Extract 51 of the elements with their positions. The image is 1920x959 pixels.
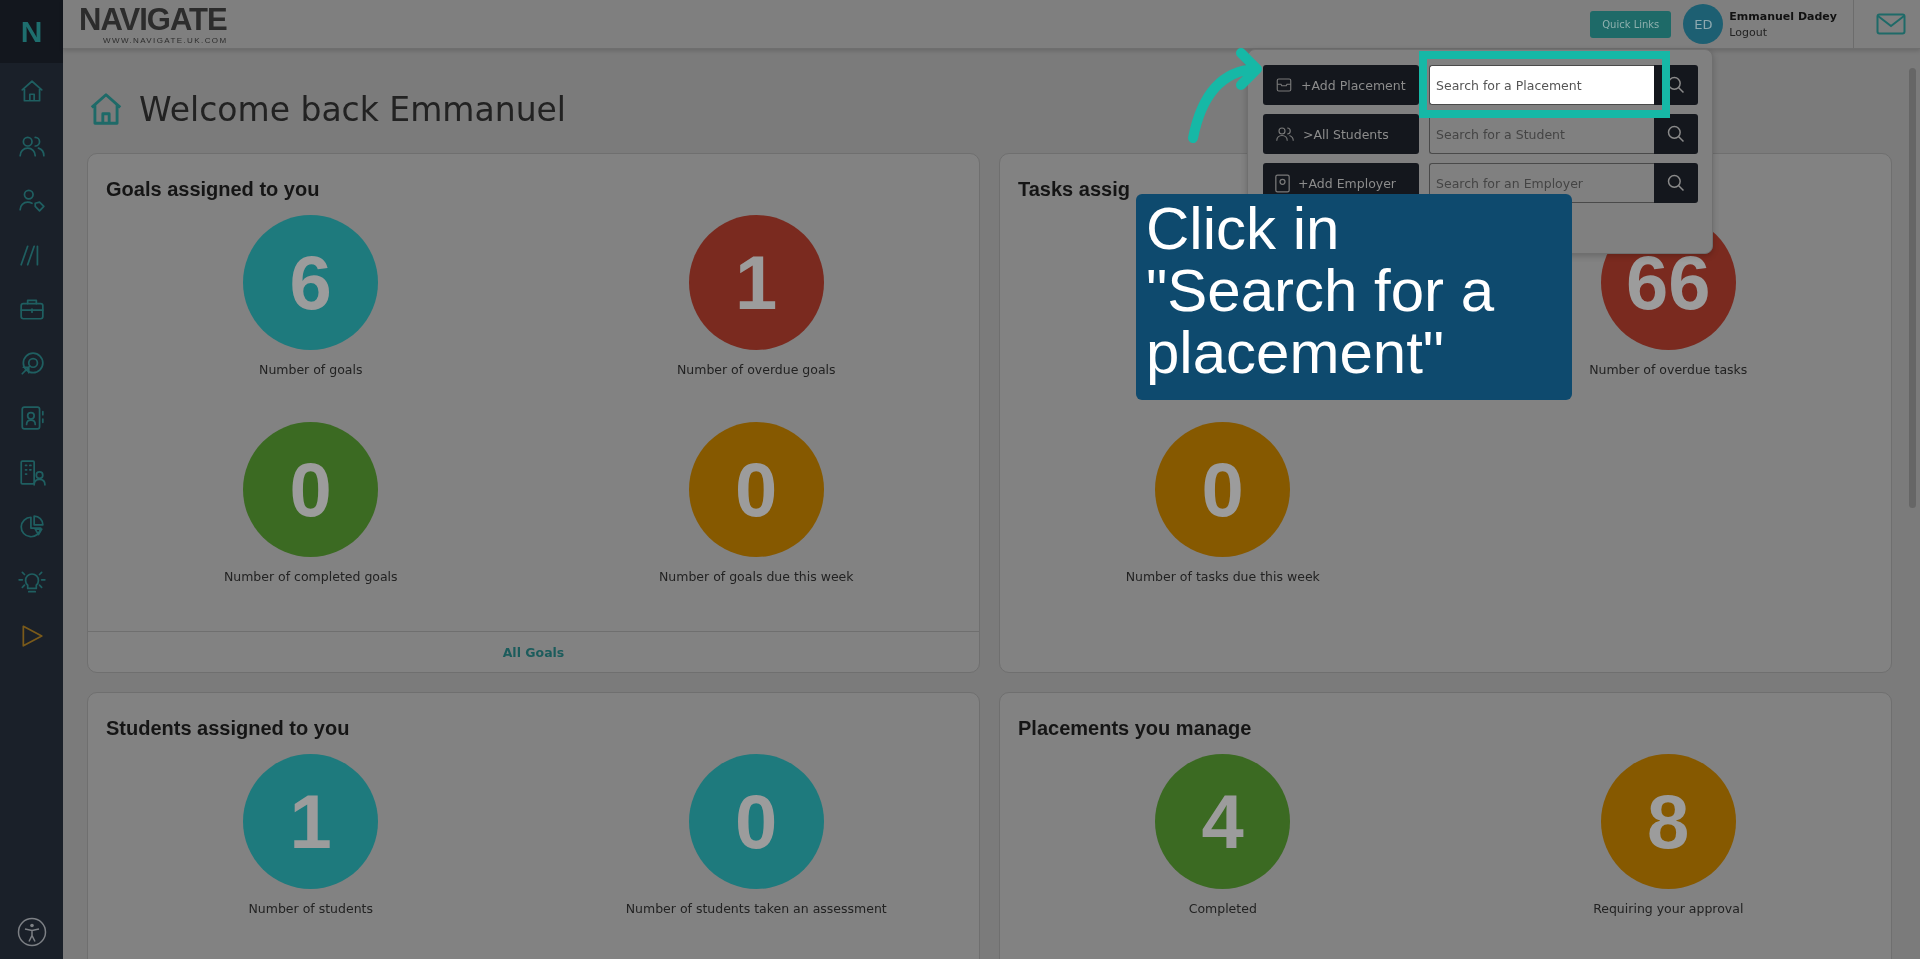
pie-chart-icon[interactable] [18,514,45,540]
tooltip: Click in "Search for a placement" [1136,194,1572,400]
card-title: Tasks assig [1018,177,1130,201]
navigate-logo[interactable]: NAVIGATE [79,3,228,36]
quick-link-button[interactable]: >All Students [1263,114,1419,154]
quick-links-button[interactable]: Quick Links [1590,10,1672,38]
logout-link[interactable]: Logout [1729,25,1837,39]
card-title: Goals assigned to you [106,177,320,201]
target-icon[interactable] [18,350,45,377]
page-title: Welcome back Emmanuel [139,89,567,129]
inbox-icon [1275,76,1293,94]
lightbulb-icon[interactable] [16,568,47,595]
stat-circle: 0 [243,422,379,557]
stat-label: Number of overdue goals [676,362,836,377]
stat-label: Completed [1188,901,1257,916]
search-icon [1666,124,1686,144]
logo-url: WWW.NAVIGATE.UK.COM [102,35,228,45]
stat-label: Number of overdue tasks [1589,362,1748,377]
card-title: Students assigned to you [106,716,350,740]
stat-circle: 1 [688,215,824,350]
stat-label: Number of completed goals [223,569,398,584]
contact-card-icon [1275,173,1290,193]
stat-label: Number of students taken an assessment [625,901,887,916]
stat-label: Number of students [248,901,373,916]
users-icon [1275,125,1295,143]
all-goals-link[interactable]: All Goals [502,644,565,660]
stat-circle: 8 [1600,754,1736,889]
stat-circle: 4 [1155,754,1291,889]
user-name: Emmanuel Dadey [1729,9,1837,23]
stat-circle: 1 [243,754,379,889]
stat-circle: 0 [688,754,824,889]
user-avatar[interactable]: ED [1683,4,1724,44]
search-icon [1666,173,1686,193]
card-title: Placements you manage [1018,716,1252,740]
accessibility-icon[interactable] [16,917,47,947]
stat-label: Requiring your approval [1593,901,1744,916]
stat-label: Number of tasks due this week [1125,569,1320,584]
stat-circle: 0 [1155,422,1291,557]
contact-card-icon[interactable] [18,405,45,431]
briefcase-icon[interactable] [18,296,45,322]
quick-link-button[interactable]: +Add Placement [1263,65,1419,105]
search-button[interactable] [1654,114,1698,154]
stat-circle: 0 [688,422,824,557]
building-icon[interactable] [17,458,46,487]
search-button[interactable] [1654,163,1698,203]
mail-icon[interactable] [1876,13,1906,35]
stat-label: Number of goals [259,362,363,377]
search-field[interactable]: Search for a Placement [1429,65,1654,105]
user-tag-icon[interactable] [17,187,46,213]
stat-circle: 6 [243,215,379,350]
stat-label: Number of goals due this week [658,569,854,584]
